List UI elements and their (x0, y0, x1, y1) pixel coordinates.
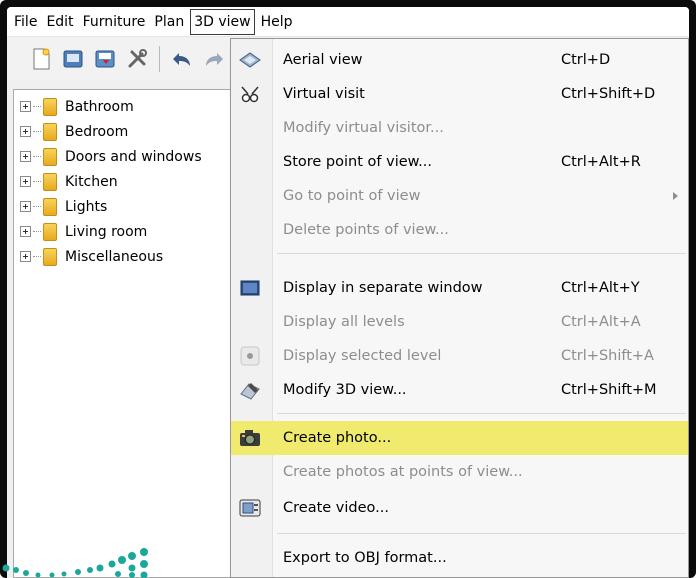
menu-item-display-selected-level[interactable]: Display selected level Ctrl+Shift+A (231, 339, 688, 373)
3d-view-menu: Aerial view Ctrl+D Virtual visit Ctrl+Sh… (230, 38, 689, 578)
tree-item-label: Lights (65, 198, 108, 215)
expand-icon[interactable] (20, 151, 31, 162)
menu-item-create-photos-at-points-of-view[interactable]: Create photos at points of view... (231, 455, 688, 489)
tree-item-label: Doors and windows (65, 148, 202, 165)
menu-item-display-in-separate-window[interactable]: Display in separate window Ctrl+Alt+Y (231, 271, 688, 305)
separate-window-icon (239, 278, 261, 298)
folder-icon (43, 222, 57, 241)
menu-item-create-video[interactable]: Create video... (231, 491, 688, 525)
folder-icon (43, 97, 57, 116)
menu-furniture[interactable]: Furniture (80, 10, 149, 34)
menu-item-store-point-of-view[interactable]: Store point of view... Ctrl+Alt+R (231, 145, 688, 179)
submenu-arrow-icon (673, 192, 678, 200)
menu-separator (277, 253, 686, 254)
tree-item-label: Bedroom (65, 123, 129, 140)
menu-item-delete-points-of-view[interactable]: Delete points of view... (231, 213, 688, 247)
menu-help[interactable]: Help (258, 10, 296, 34)
camera-icon (239, 428, 261, 448)
menu-item-create-photo[interactable]: Create photo... (231, 421, 688, 455)
folder-icon (43, 197, 57, 216)
menu-item-virtual-visit[interactable]: Virtual visit Ctrl+Shift+D (231, 77, 688, 111)
menu-item-aerial-view[interactable]: Aerial view Ctrl+D (231, 43, 688, 77)
expand-icon[interactable] (20, 201, 31, 212)
menu-3d-view[interactable]: 3D view (190, 8, 255, 35)
menu-bar: File Edit Furniture Plan 3D view Help (7, 7, 689, 37)
virtual-visit-icon (239, 84, 261, 104)
menu-item-go-to-point-of-view[interactable]: Go to point of view (231, 179, 688, 213)
menu-item-modify-3d-view[interactable]: Modify 3D view... Ctrl+Shift+M (231, 373, 688, 407)
tree-item-label: Miscellaneous (65, 248, 164, 265)
expand-icon[interactable] (20, 251, 31, 262)
menu-item-modify-virtual-visitor[interactable]: Modify virtual visitor... (231, 111, 688, 145)
menu-separator (277, 533, 686, 534)
folder-icon (43, 122, 57, 141)
menu-item-display-all-levels[interactable]: Display all levels Ctrl+Alt+A (231, 305, 688, 339)
tree-item-label: Kitchen (65, 173, 118, 190)
menu-file[interactable]: File (11, 10, 40, 34)
modify-3d-view-icon (239, 380, 261, 400)
folder-icon (43, 247, 57, 266)
folder-icon (43, 172, 57, 191)
menu-item-export-to-obj[interactable]: Export to OBJ format... (231, 541, 688, 575)
aerial-view-icon (239, 50, 261, 70)
new-document-icon[interactable] (29, 47, 53, 71)
menu-separator (277, 413, 686, 414)
tree-item-label: Living room (65, 223, 148, 240)
open-folder-icon[interactable] (61, 47, 85, 71)
menu-plan[interactable]: Plan (151, 10, 187, 34)
folder-icon (43, 147, 57, 166)
expand-icon[interactable] (20, 126, 31, 137)
radio-dot-icon (239, 346, 261, 366)
save-icon[interactable] (93, 47, 117, 71)
menu-edit[interactable]: Edit (43, 10, 76, 34)
preferences-icon[interactable] (125, 47, 149, 71)
expand-icon[interactable] (20, 176, 31, 187)
decorative-dots-icon (2, 548, 148, 578)
video-icon (239, 498, 261, 518)
expand-icon[interactable] (20, 101, 31, 112)
expand-icon[interactable] (20, 226, 31, 237)
undo-icon[interactable] (170, 47, 194, 71)
tree-item-label: Bathroom (65, 98, 134, 115)
toolbar-separator (159, 46, 160, 72)
redo-icon[interactable] (202, 47, 226, 71)
